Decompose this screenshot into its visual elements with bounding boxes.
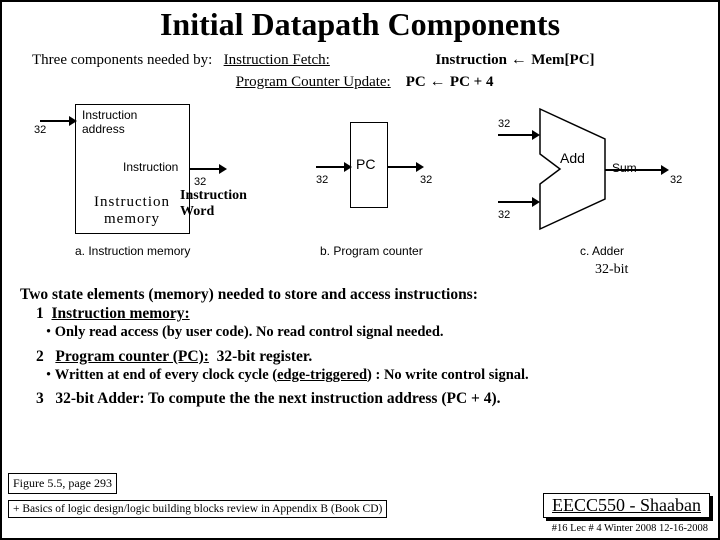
body-text: Two state elements (memory) needed to st… — [20, 286, 700, 409]
item1-num: 1 — [36, 305, 44, 322]
adder-a-width: 32 — [498, 118, 510, 130]
fetch-lhs: Instruction — [435, 52, 507, 68]
item3-text: 32-bit Adder: To compute the the next in… — [55, 390, 500, 407]
fetch-rhs: Mem[PC] — [531, 52, 594, 68]
item2-rest: 32-bit register. — [217, 348, 313, 365]
pc-label: PC — [356, 156, 375, 172]
imem-out-width: 32 — [194, 176, 206, 188]
pcupdate-rhs: PC + 4 — [450, 74, 494, 90]
adder-note: 32-bit — [595, 262, 628, 278]
pc-out-width: 32 — [420, 174, 432, 186]
item2-label: Program counter (PC): — [55, 348, 209, 365]
item3-num: 3 — [36, 390, 44, 407]
item1-bullet: Only read access (by user code). No read… — [55, 324, 444, 340]
diagram: Instruction address Instruction Instruct… — [20, 94, 700, 284]
body-line1: Two state elements (memory) needed to st… — [20, 286, 478, 303]
left-arrow-icon: ← — [511, 51, 531, 68]
adder-b-width: 32 — [498, 209, 510, 221]
appendix-ref-box: + Basics of logic design/logic building … — [8, 500, 387, 518]
author-box: EECC550 - Shaaban — [543, 493, 710, 518]
subtitle-block: Three components needed by: Instruction … — [32, 49, 688, 92]
item2-bullet-a: Written at end of every clock cycle ( — [55, 367, 277, 383]
pc-caption: b. Program counter — [320, 244, 423, 258]
page-title: Initial Datapath Components — [2, 6, 718, 43]
pc-in-width: 32 — [316, 174, 328, 186]
adder-sum-label: Sum — [612, 161, 637, 175]
imem-out-label: Instruction — [123, 160, 178, 174]
footnote: #16 Lec # 4 Winter 2008 12-16-2008 — [552, 523, 708, 534]
imem-caption: a. Instruction memory — [75, 244, 190, 258]
iw-label: Instruction Word — [180, 188, 247, 220]
fetch-label: Instruction Fetch: — [224, 52, 330, 68]
adder-label: Add — [560, 150, 585, 166]
sub-prefix: Three components needed by: — [32, 52, 212, 68]
item2-num: 2 — [36, 348, 44, 365]
imem-name: Instruction memory — [94, 194, 170, 228]
adder-caption: c. Adder — [580, 244, 624, 258]
left-arrow-icon: ← — [429, 73, 449, 90]
pcupdate-label: Program Counter Update: — [236, 74, 391, 90]
author-text: EECC550 - Shaaban — [552, 495, 701, 515]
slide: Initial Datapath Components Three compon… — [0, 0, 720, 540]
pcupdate-lhs: PC — [406, 74, 426, 90]
item2-bullet-u: edge-triggered — [277, 367, 367, 383]
adder-out-width: 32 — [670, 174, 682, 186]
imem-in-width: 32 — [34, 124, 46, 136]
figure-ref-box: Figure 5.5, page 293 — [8, 473, 117, 494]
item1-label: Instruction memory: — [52, 305, 190, 322]
item2-bullet-b: ) : No write control signal. — [367, 367, 529, 383]
imem-addr-label: Instruction address — [82, 108, 137, 136]
